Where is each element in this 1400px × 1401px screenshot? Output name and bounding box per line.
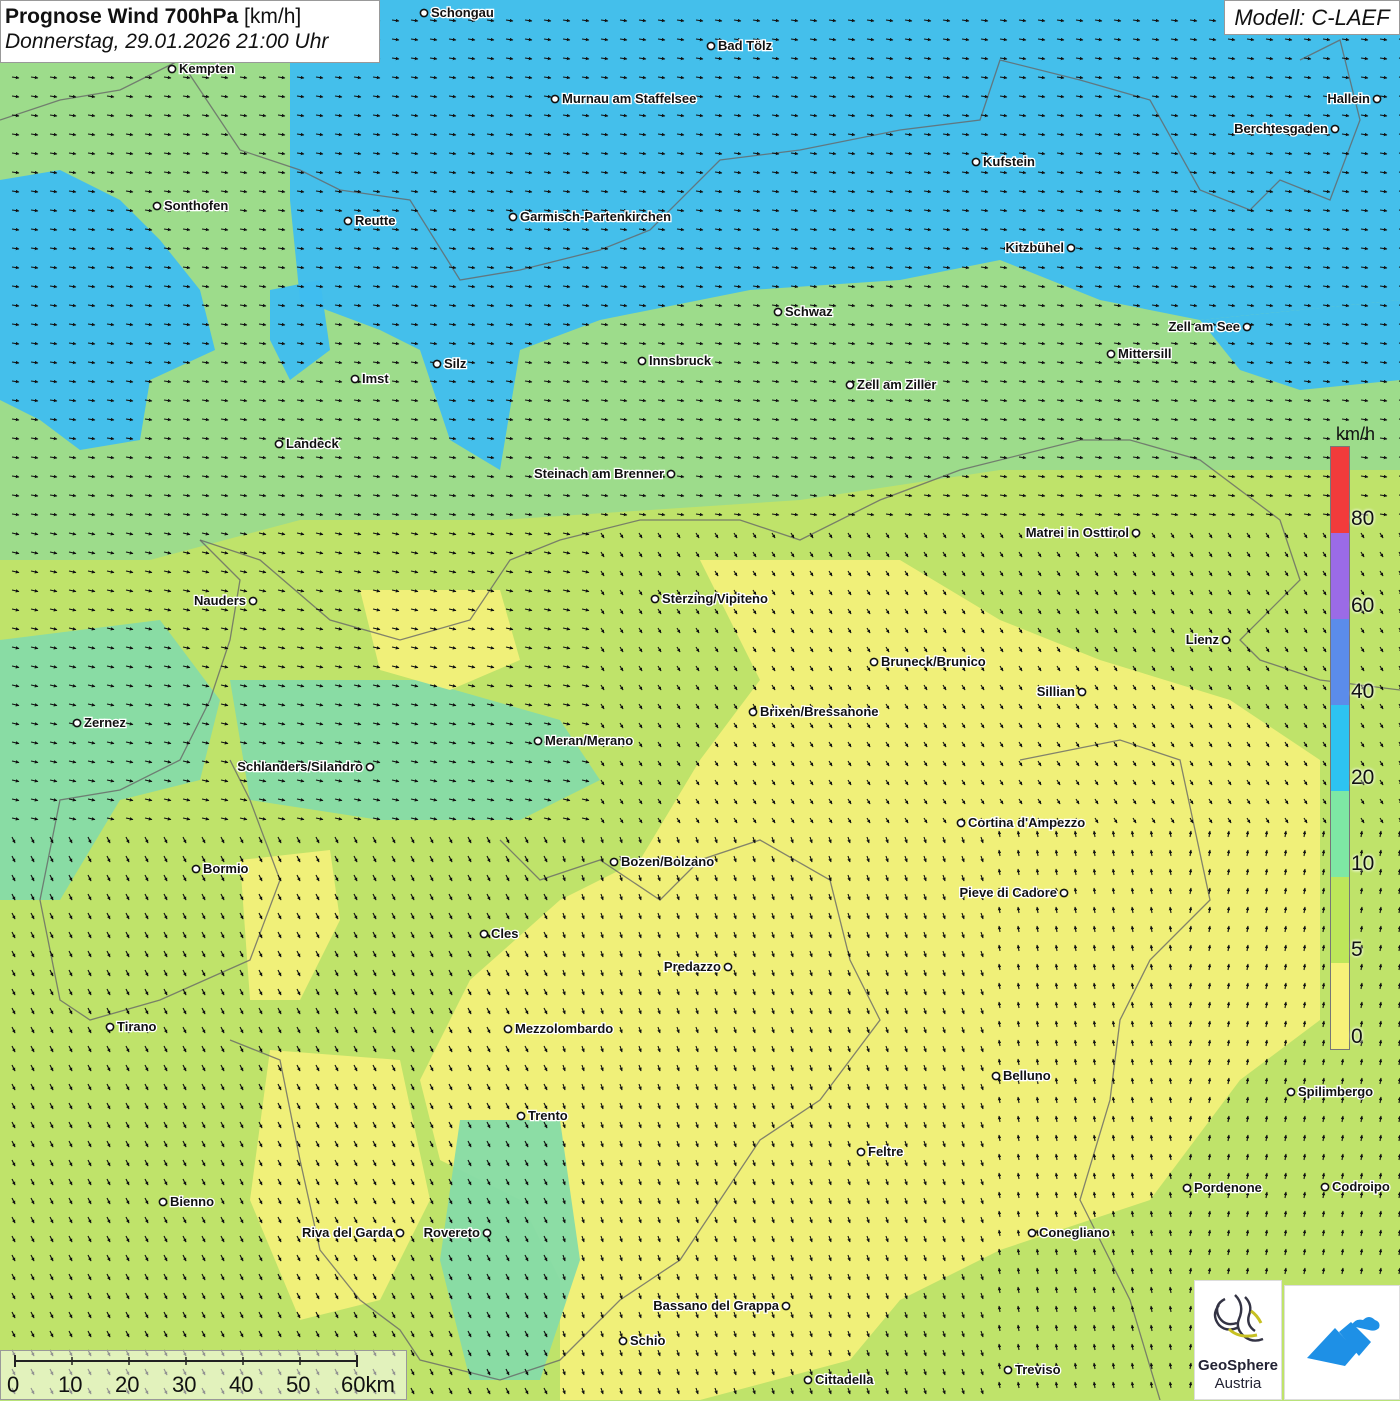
wind-forecast-map: SchongauBad TölzKemptenMurnau am Staffel… [0,0,1400,1400]
